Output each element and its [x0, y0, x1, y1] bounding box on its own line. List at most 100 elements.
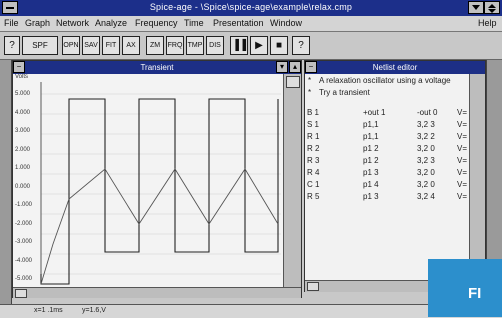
frequency-button[interactable]: FRQ [166, 36, 184, 55]
netlist-element-name: R 3 [307, 156, 320, 165]
frequency-icon: FRQ [167, 42, 183, 49]
netlist-node-2: 3,2 0 [417, 168, 435, 177]
corner-banner: FI [428, 259, 502, 317]
netlist-window-menu-button[interactable]: − [305, 61, 317, 73]
netlist-node-2: 3,2 3 [417, 120, 435, 129]
menu-presentation[interactable]: Presentation [213, 18, 264, 28]
open-icon: OPN [63, 42, 79, 49]
netlist-value: V= [457, 144, 468, 153]
netlist-value: V= [457, 156, 468, 165]
minimize-icon [472, 5, 480, 10]
netlist-element-name: R 4 [307, 168, 320, 177]
minimize-button[interactable] [468, 1, 484, 14]
fit-button[interactable]: FIT [102, 36, 120, 55]
netlist-comment: Try a transient [319, 88, 370, 97]
menu-network[interactable]: Network [56, 18, 89, 28]
netlist-text-area[interactable]: * A relaxation oscillator using a voltag… [305, 74, 469, 280]
netlist-node-1: p1,1 [363, 132, 379, 141]
right-frame-strip [486, 60, 502, 260]
netlist-element-name: R 5 [307, 192, 320, 201]
netlist-node-2: 3,2 2 [417, 132, 435, 141]
run-button[interactable]: ▶ [250, 36, 268, 55]
maximize-icon [488, 4, 496, 13]
graph-window-menu-button[interactable]: − [13, 61, 25, 73]
plot-area: Volts 5.000 4.000 3.000 2.000 1.000 0.000 -1.0… [13, 74, 283, 287]
left-frame-strip [0, 60, 12, 304]
netlist-vertical-scrollbar[interactable] [469, 74, 485, 280]
netlist-editor-window: − Netlist editor * A relaxation oscillat… [304, 60, 486, 292]
graph-horizontal-scrollbar[interactable] [13, 287, 301, 298]
menu-window[interactable]: Window [270, 18, 302, 28]
fit-icon: FIT [105, 42, 117, 49]
spice-file-button[interactable]: SPF [22, 36, 58, 55]
netlist-node-2: 3,2 3 [417, 156, 435, 165]
stop-icon: ■ [275, 40, 283, 51]
pause-button[interactable]: ▐▐ [230, 36, 248, 55]
zoom-button[interactable]: ZM [146, 36, 164, 55]
axis-icon: AX [126, 42, 136, 49]
netlist-value: V= [457, 108, 468, 117]
open-button[interactable]: OPN [62, 36, 80, 55]
netlist-element-name: C 1 [307, 180, 320, 189]
netlist-node-1: +out 1 [363, 108, 386, 117]
axis-button[interactable]: AX [122, 36, 140, 55]
menu-time[interactable]: Time [184, 18, 204, 28]
scroll-left-arrow-icon[interactable] [307, 282, 319, 291]
transient-plot [40, 82, 281, 285]
netlist-comment: A relaxation oscillator using a voltage [319, 76, 451, 85]
save-button[interactable]: SAV [82, 36, 100, 55]
context-help-icon: ? [298, 40, 304, 51]
netlist-value: V= [457, 120, 468, 129]
netlist-value: V= [457, 192, 468, 201]
display-icon: DIS [209, 42, 221, 49]
play-icon: ▶ [255, 40, 263, 51]
save-icon: SAV [84, 42, 98, 49]
pause-icon: ▐▐ [231, 40, 247, 51]
netlist-node-2: -out 0 [417, 108, 438, 117]
menu-file[interactable]: File [4, 18, 19, 28]
status-x-readout: x=1 .1ms [34, 307, 63, 314]
netlist-value: V= [457, 132, 468, 141]
menu-graph[interactable]: Graph [25, 18, 50, 28]
netlist-node-2: 3,2 0 [417, 144, 435, 153]
toolbar: ? SPF OPN SAV FIT AX ZM FRQ TMP DIS ▐▐ ▶… [0, 32, 502, 60]
netlist-window-title: Netlist editor [372, 63, 418, 72]
graph-window-maximize-button[interactable]: ▴ [289, 61, 301, 73]
netlist-element-name: R 1 [307, 132, 320, 141]
graph-window-minimize-button[interactable]: ▾ [276, 61, 288, 73]
display-button[interactable]: DIS [206, 36, 224, 55]
capacitor-voltage-trace [40, 168, 279, 285]
graph-window: − Transient ▾ ▴ Volts 5.000 4.000 3.000 2.0… [12, 60, 302, 298]
netlist-node-1: p1 3 [363, 168, 379, 177]
netlist-value: V= [457, 168, 468, 177]
netlist-node-1: p1,1 [363, 120, 379, 129]
menu-analyze[interactable]: Analyze [95, 18, 127, 28]
help-icon: ? [9, 40, 15, 51]
help-button[interactable]: ? [4, 36, 20, 55]
netlist-element-name: R 2 [307, 144, 320, 153]
temperature-button[interactable]: TMP [186, 36, 204, 55]
app-title-bar: Spice-age - \Spice\spice-age\example\rel… [0, 0, 502, 16]
spice-file-icon: SPF [32, 41, 48, 50]
graph-vertical-scrollbar[interactable] [283, 74, 301, 287]
scroll-left-arrow-icon[interactable] [15, 289, 27, 298]
netlist-element-name: B 1 [307, 108, 320, 117]
netlist-node-2: 3,2 0 [417, 180, 435, 189]
banner-text: FI [468, 285, 482, 302]
menu-help[interactable]: Help [478, 18, 497, 28]
netlist-window-titlebar: − Netlist editor [305, 61, 485, 74]
square-wave-trace [40, 98, 279, 285]
maximize-button[interactable] [484, 1, 500, 14]
zoom-icon: ZM [149, 42, 161, 49]
netlist-element-name: S 1 [307, 120, 320, 129]
netlist-node-2: 3,2 4 [417, 192, 435, 201]
netlist-node-1: p1 3 [363, 192, 379, 201]
stop-button[interactable]: ■ [270, 36, 288, 55]
context-help-button[interactable]: ? [292, 36, 310, 55]
scroll-up-arrow-icon[interactable] [286, 76, 300, 88]
netlist-node-1: p1 4 [363, 180, 379, 189]
netlist-node-1: p1 2 [363, 156, 379, 165]
menu-frequency[interactable]: Frequency [135, 18, 178, 28]
status-bar: x=1 .1ms y=1.6,V [0, 304, 502, 318]
menu-bar: File Graph Network Analyze Frequency Tim… [0, 16, 502, 32]
